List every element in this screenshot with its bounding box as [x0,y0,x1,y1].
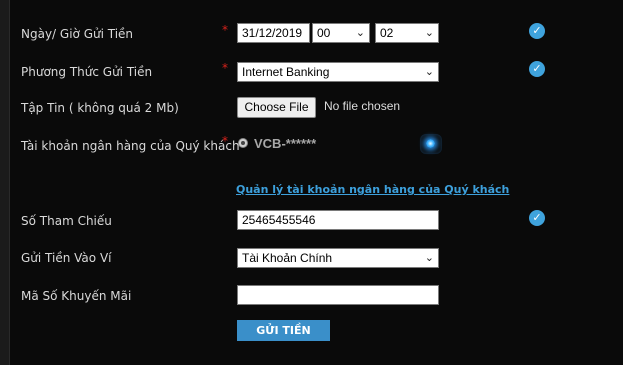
deposit-submit-button[interactable]: GỬI TIỀN [237,320,330,341]
file-upload-label: Tập Tin ( không quá 2 Mb) [21,101,179,115]
wallet-value: Tài Khoản Chính [242,251,333,265]
bank-account-radio[interactable] [238,138,248,148]
check-circle-icon: ✓ [529,210,545,226]
bank-account-label: Tài khoản ngân hàng của Quý khách [21,139,240,153]
chevron-down-icon: ⌄ [424,27,434,39]
bank-account-option-label: VCB-****** [254,136,317,151]
deposit-minute-select[interactable]: 02 ⌄ [375,23,439,43]
reference-number-label: Số Tham Chiếu [21,214,112,228]
check-circle-icon: ✓ [529,23,545,39]
promo-code-input[interactable] [237,285,439,305]
target-wallet-label: Gửi Tiền Vào Ví [21,251,112,265]
deposit-method-select[interactable]: Internet Banking ⌄ [237,62,439,82]
deposit-date-input[interactable]: 31/12/2019 [237,23,310,43]
hour-value: 00 [317,26,331,40]
deposit-hour-select[interactable]: 00 ⌄ [312,23,370,43]
target-wallet-select[interactable]: Tài Khoản Chính ⌄ [237,248,439,268]
required-mark: * [222,134,228,148]
promo-code-label: Mã Số Khuyến Mãi [21,289,132,303]
status-light-icon [420,134,442,154]
deposit-datetime-label: Ngày/ Giờ Gửi Tiền [21,27,134,41]
required-mark: * [222,61,228,75]
required-mark: * [222,23,228,37]
manage-bank-accounts-link[interactable]: Quản lý tài khoản ngân hàng của Quý khác… [236,183,509,196]
method-value: Internet Banking [242,65,330,79]
deposit-method-label: Phương Thức Gửi Tiền [21,65,153,79]
file-status-text: No file chosen [324,99,401,113]
left-panel-edge [0,0,10,365]
chevron-down-icon: ⌄ [355,27,365,39]
reference-number-input[interactable]: 25465455546 [237,210,439,230]
check-circle-icon: ✓ [529,61,545,77]
choose-file-button[interactable]: Choose File [237,97,316,118]
chevron-down-icon: ⌄ [424,252,434,264]
minute-value: 02 [380,26,394,40]
chevron-down-icon: ⌄ [424,66,434,78]
